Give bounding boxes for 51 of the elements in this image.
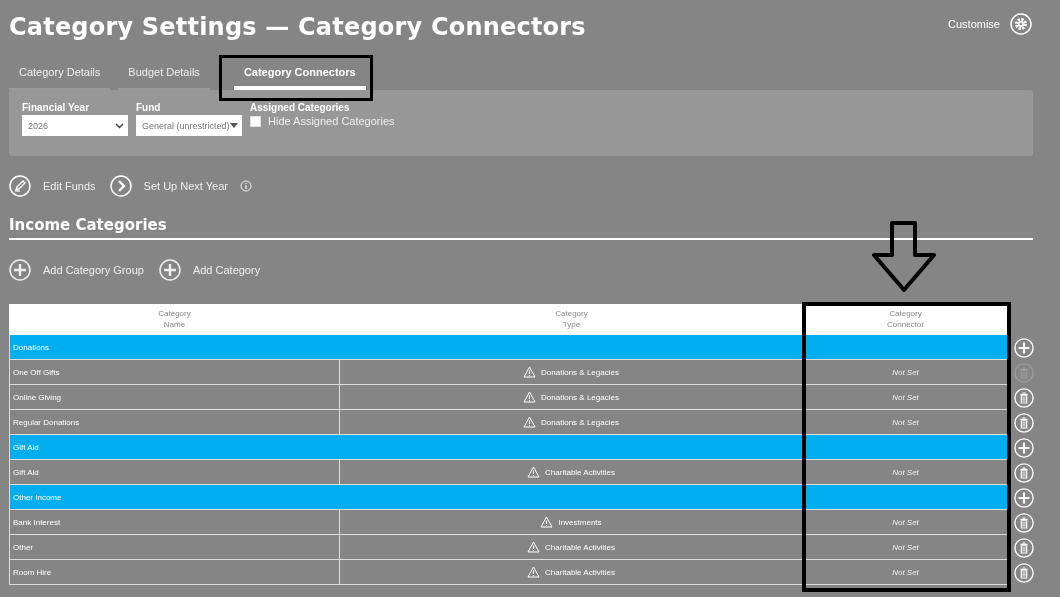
table-cell: Donations & Legacies bbox=[541, 392, 619, 402]
column-header: Category Type bbox=[340, 304, 803, 335]
fund-dropdown[interactable]: General (unrestricted) bbox=[136, 115, 242, 136]
table-cell: One Off Gifts bbox=[9, 360, 340, 385]
edit-icon[interactable] bbox=[9, 175, 31, 197]
table-cell: Not Set bbox=[803, 560, 1008, 585]
warning-icon bbox=[523, 391, 537, 403]
warning-icon bbox=[523, 366, 537, 378]
settings-icon[interactable] bbox=[1010, 13, 1032, 35]
customise-link[interactable]: Customise bbox=[948, 18, 1000, 30]
field-label: Fund bbox=[136, 102, 162, 113]
table-cell: Charitable Activities bbox=[545, 467, 615, 477]
table-cell: Not Set bbox=[803, 385, 1008, 410]
column-header: Category Name bbox=[9, 304, 340, 335]
table-cell: Not Set bbox=[803, 535, 1008, 560]
table-cell: Charitable Activities bbox=[545, 542, 615, 552]
action-link[interactable]: Edit Funds bbox=[43, 180, 96, 192]
group-row[interactable]: Other Income bbox=[9, 485, 1008, 510]
action-link[interactable]: Set Up Next Year bbox=[143, 180, 228, 192]
action-link[interactable]: Add Category bbox=[192, 264, 261, 276]
warning-icon bbox=[527, 566, 541, 578]
field-label: Financial Year bbox=[22, 102, 91, 113]
section-heading: Income Categories bbox=[9, 216, 1033, 240]
table-cell: Investments bbox=[558, 517, 602, 527]
table-cell: Charitable Activities bbox=[545, 567, 615, 577]
table-cell: Online Giving bbox=[9, 385, 340, 410]
group-row[interactable]: Donations bbox=[9, 335, 1008, 360]
add-icon[interactable] bbox=[9, 259, 31, 281]
page-title: Category Settings — Category Connectors bbox=[9, 12, 586, 41]
chevron-down-icon bbox=[115, 122, 124, 129]
warning-icon bbox=[523, 416, 537, 428]
table-cell: Other bbox=[9, 535, 340, 560]
group-row[interactable]: Gift Aid bbox=[9, 435, 1008, 460]
warning-icon bbox=[527, 466, 541, 478]
chevron-right-icon[interactable] bbox=[109, 175, 132, 197]
checkbox[interactable] bbox=[250, 115, 261, 127]
table-cell: Not Set bbox=[803, 510, 1008, 535]
table-cell: Bank Interest bbox=[9, 510, 340, 535]
warning-icon bbox=[527, 541, 541, 553]
table-cell: Room Hire bbox=[9, 560, 340, 585]
action-link[interactable]: Add Category Group bbox=[43, 264, 144, 276]
checkbox-label: Hide Assigned Categories bbox=[268, 115, 395, 127]
table-cell: Donations & Legacies bbox=[541, 417, 619, 427]
table-cell: Donations & Legacies bbox=[541, 367, 619, 377]
field-label: Assigned Categories bbox=[250, 102, 351, 113]
caret-down-icon bbox=[230, 123, 238, 128]
add-icon[interactable] bbox=[158, 259, 181, 281]
warning-icon bbox=[540, 516, 554, 528]
column-header: Category Connector bbox=[803, 304, 1008, 335]
year-dropdown[interactable]: 2026 bbox=[22, 115, 128, 136]
table-cell: Not Set bbox=[803, 360, 1008, 385]
